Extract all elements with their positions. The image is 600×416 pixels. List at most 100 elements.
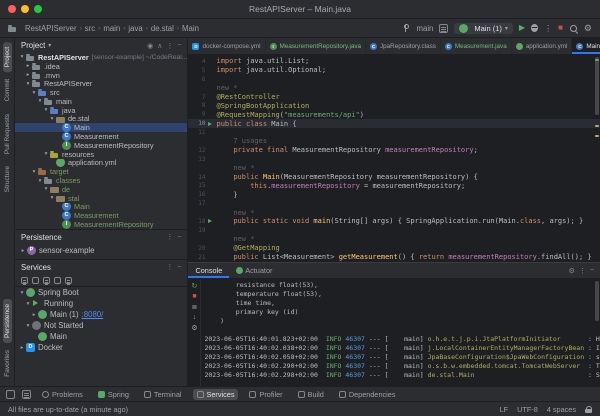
chevron-icon[interactable]: ▾ xyxy=(36,178,44,184)
editor-line[interactable]: 11 xyxy=(188,128,600,137)
tree-item-main[interactable]: CMain xyxy=(15,203,187,212)
console-tab-actuator[interactable]: Actuator xyxy=(229,263,279,278)
toolwindow-switcher-icon[interactable] xyxy=(22,390,31,399)
group-services-icon[interactable] xyxy=(43,277,50,284)
editor-line[interactable]: 7@RestController xyxy=(188,93,600,102)
editor-tab-jparepository.class[interactable]: CJpaRepository.class xyxy=(366,38,441,54)
tree-item-docker[interactable]: ▸DDocker xyxy=(15,342,187,353)
editor-line[interactable]: 21 public List<Measurement> getMeasureme… xyxy=(188,253,600,262)
tree-item-classes[interactable]: ▾classes xyxy=(15,176,187,185)
stop-button[interactable]: ■ xyxy=(558,24,563,32)
breadcrumb-item-java[interactable]: java xyxy=(127,24,143,33)
chevron-icon[interactable]: ▾ xyxy=(36,98,44,104)
settings-gear-icon[interactable]: ⚙ xyxy=(569,267,575,275)
toolwindow-stripe-structure[interactable]: Structure xyxy=(3,161,12,197)
tree-item-main-1-[interactable]: ▸Main (1):8080/ xyxy=(15,309,187,320)
console-output[interactable]: resistance float(53), temperature float(… xyxy=(201,279,600,386)
editor-tab-application.yml[interactable]: application.yml xyxy=(512,38,573,54)
tree-item-restapiserver[interactable]: ▾RestAPIServer[sensor-example] ~/CodeRea… xyxy=(15,53,187,62)
rerun-icon[interactable]: ↻ xyxy=(192,282,198,290)
hide-panel-icon[interactable]: − xyxy=(590,267,594,274)
editor-line[interactable]: 16 } xyxy=(188,190,600,199)
inlay-hint[interactable]: new * xyxy=(216,84,237,92)
editor-tab-main.java[interactable]: CMain.java× xyxy=(572,38,600,54)
tree-item-measurementrepository[interactable]: IMeasurementRepository xyxy=(15,220,187,229)
more-options-icon[interactable]: ⋮ xyxy=(166,233,173,241)
editor-line[interactable]: 19 xyxy=(188,226,600,235)
breadcrumb-item-src[interactable]: src xyxy=(84,24,96,33)
tree-item-running[interactable]: ▾Running xyxy=(15,298,187,309)
inlay-hint[interactable]: new * xyxy=(216,164,254,172)
settings-gear-icon[interactable]: ⚙ xyxy=(584,24,592,33)
tree-item-application.yml[interactable]: application.yml xyxy=(15,159,187,168)
chevron-icon[interactable]: ▾ xyxy=(42,151,50,157)
collapse-all-icon[interactable]: ∧ xyxy=(157,42,162,50)
soft-wrap-icon[interactable]: ≣ xyxy=(192,303,198,311)
tree-item-measurement[interactable]: CMeasurement xyxy=(15,132,187,141)
toolwindow-button-services[interactable]: Services xyxy=(193,389,239,400)
chevron-icon[interactable]: ▾ xyxy=(42,107,50,113)
toolwindow-button-problems[interactable]: Problems xyxy=(38,389,87,400)
tree-item-src[interactable]: ▾src xyxy=(15,88,187,97)
chevron-icon[interactable]: ▾ xyxy=(30,90,38,96)
tree-item-measurementrepository[interactable]: IMeasurementRepository xyxy=(15,141,187,150)
scroll-to-end-icon[interactable]: ↓ xyxy=(193,314,197,321)
inlay-hint-line[interactable]: new * xyxy=(188,208,600,217)
console-settings-icon[interactable]: ⚙ xyxy=(191,324,197,332)
editor-line[interactable]: 8@SpringBootApplication xyxy=(188,101,600,110)
run-button[interactable]: ▶ xyxy=(519,24,525,32)
editor-scrollbar[interactable] xyxy=(594,55,600,262)
tree-item-de[interactable]: ▾de xyxy=(15,185,187,194)
console-scrollbar[interactable] xyxy=(595,281,599,321)
editor-line[interactable]: 4import java.util.List; xyxy=(188,57,600,66)
chevron-icon[interactable]: ▾ xyxy=(24,323,32,329)
editor-line[interactable]: 9@RequestMapping("measurements/api") xyxy=(188,110,600,119)
editor-line[interactable]: 6 xyxy=(188,75,600,84)
chevron-icon[interactable]: ▾ xyxy=(24,301,32,307)
tree-item-main[interactable]: ▾main xyxy=(15,97,187,106)
inlay-hint-line[interactable]: new * xyxy=(188,84,600,93)
tree-item-resources[interactable]: ▾resources xyxy=(15,150,187,159)
editor-tab-measurementrepository.java[interactable]: IMeasurementRepository.java xyxy=(266,38,366,54)
minimize-window-button[interactable] xyxy=(21,5,29,13)
tree-item-not-started[interactable]: ▾Not Started xyxy=(15,320,187,331)
more-options-icon[interactable]: ⋮ xyxy=(579,267,586,275)
editor-tab-measurement.java[interactable]: CMeasurement.java xyxy=(441,38,512,54)
locate-file-icon[interactable]: ◉ xyxy=(147,42,153,50)
tree-item-.idea[interactable]: ▸.idea xyxy=(15,62,187,71)
build-hammer-icon[interactable] xyxy=(439,24,448,33)
run-configuration-select[interactable]: Main (1) ▾ xyxy=(454,23,513,34)
breadcrumb-item-main[interactable]: Main xyxy=(181,24,200,33)
chevron-icon[interactable]: ▾ xyxy=(18,54,26,60)
editor-line[interactable]: 15 this.measurementRepository = measurem… xyxy=(188,181,600,190)
toolwindow-button-terminal[interactable]: Terminal xyxy=(140,389,186,400)
status-item-4-spaces[interactable]: 4 spaces xyxy=(547,405,576,414)
chevron-icon[interactable]: ▸ xyxy=(30,312,38,318)
inlay-hint-line[interactable]: new * xyxy=(188,235,600,244)
chevron-icon[interactable]: ▸ xyxy=(19,248,27,254)
editor-line[interactable]: 20 @GetMapping xyxy=(188,244,600,253)
hide-panel-icon[interactable]: − xyxy=(177,264,181,271)
more-options-icon[interactable]: ⋮ xyxy=(166,42,173,50)
tree-item-main[interactable]: CMain xyxy=(15,123,187,132)
inlay-hint-line[interactable]: new * xyxy=(188,164,600,173)
toolwindow-button-profiler[interactable]: Profiler xyxy=(245,389,286,400)
zoom-window-button[interactable] xyxy=(34,5,42,13)
inlay-hint[interactable]: 7 usages xyxy=(216,137,267,145)
options-icon[interactable] xyxy=(65,277,72,284)
chevron-icon[interactable]: ▸ xyxy=(24,63,32,69)
toolwindow-button-build[interactable]: Build xyxy=(294,389,328,400)
git-branch-icon[interactable] xyxy=(402,24,410,33)
console-tab-console[interactable]: Console xyxy=(188,263,229,278)
hide-panel-icon[interactable]: − xyxy=(177,42,181,49)
inlay-hint[interactable]: new * xyxy=(216,235,254,243)
tree-item-java[interactable]: ▾java xyxy=(15,106,187,115)
chevron-icon[interactable]: ▾ xyxy=(24,81,32,87)
breadcrumb-item-de.stal[interactable]: de.stal xyxy=(150,24,175,33)
status-item-utf-8[interactable]: UTF-8 xyxy=(517,405,538,414)
persistence-item-sensor-example[interactable]: ▸Psensor-example xyxy=(15,244,187,257)
toolwindow-stripe-favorites[interactable]: Favorites xyxy=(3,345,12,382)
tree-item-spring-boot[interactable]: ▾Spring Boot xyxy=(15,287,187,298)
chevron-down-icon[interactable]: ▾ xyxy=(48,42,51,49)
tree-item-measurement[interactable]: CMeasurement xyxy=(15,211,187,220)
